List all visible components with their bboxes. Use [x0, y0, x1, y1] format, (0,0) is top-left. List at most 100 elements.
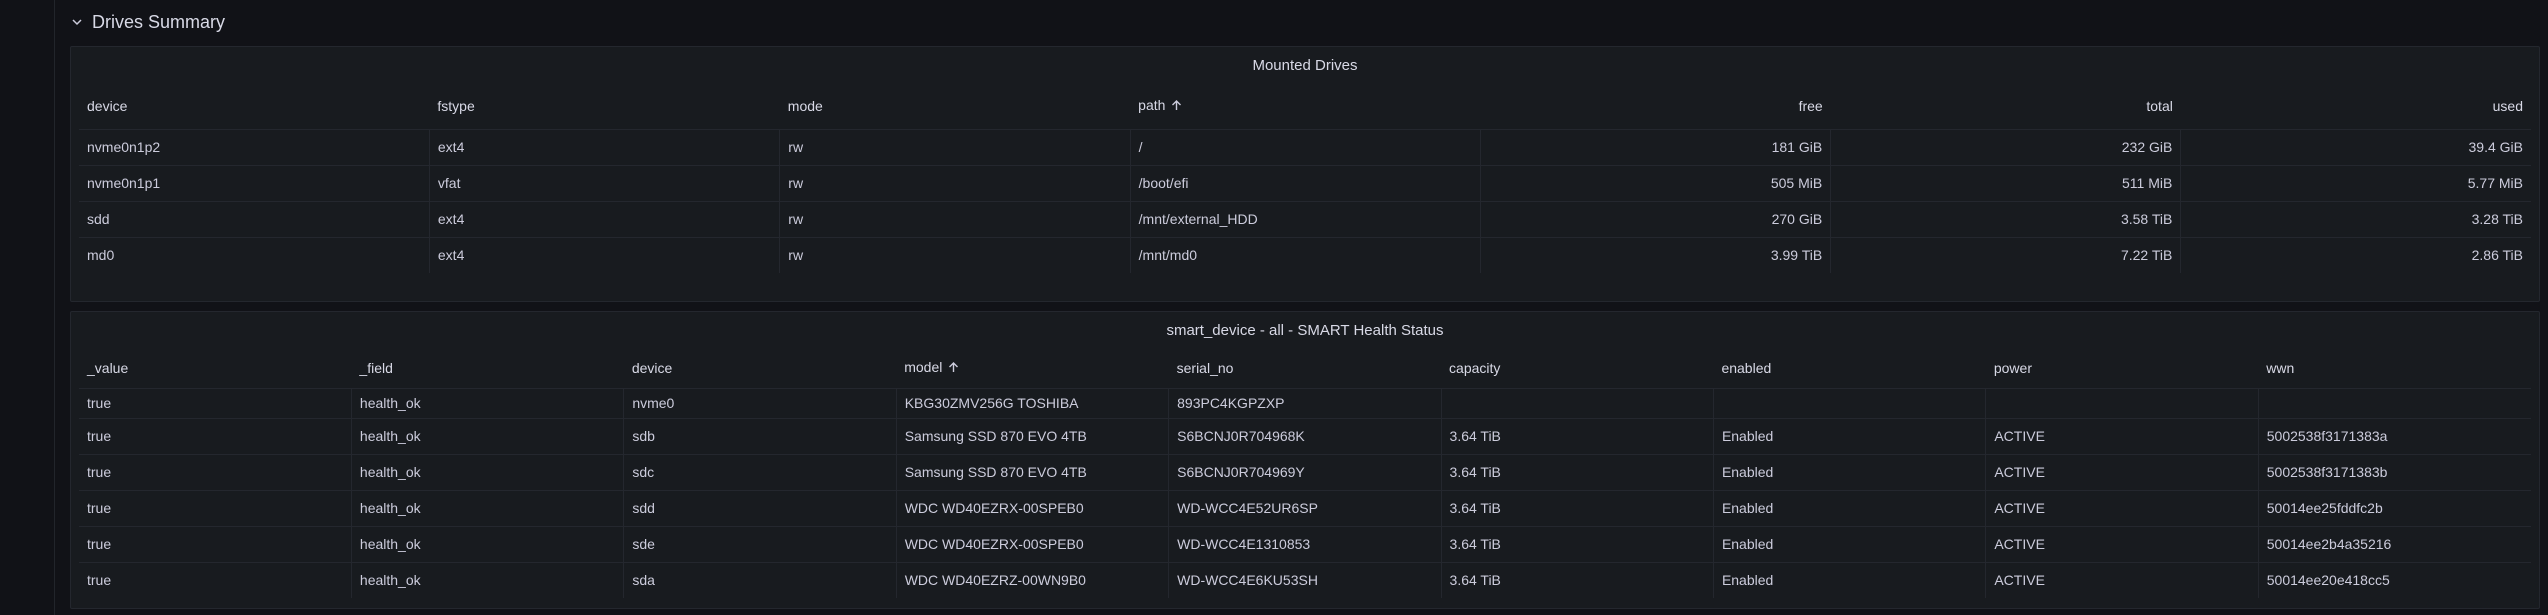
- table-cell: true: [79, 417, 352, 454]
- table-cell: 3.64 TiB: [1441, 489, 1714, 526]
- table-cell: true: [79, 561, 352, 598]
- table-cell: 181 GiB: [1480, 128, 1832, 165]
- column-header-serial-no[interactable]: serial_no: [1169, 348, 1441, 388]
- table-cell: sdb: [623, 417, 897, 454]
- table-cell: nvme0: [623, 387, 897, 418]
- table-cell: vfat: [429, 164, 781, 201]
- column-header-fstype[interactable]: fstype: [429, 83, 779, 129]
- table-row: true health_ok sdd WDC WD40EZRX-00SPEB0 …: [79, 489, 2531, 526]
- table-row: nvme0n1p1 vfat rw /boot/efi 505 MiB 511 …: [79, 164, 2531, 201]
- table-cell: 270 GiB: [1480, 200, 1832, 237]
- column-header-model[interactable]: model: [896, 348, 1168, 388]
- column-header-device[interactable]: device: [79, 83, 429, 129]
- panel-title[interactable]: smart_device - all - SMART Health Status: [71, 312, 2539, 348]
- table-cell: health_ok: [351, 417, 625, 454]
- table-cell: Enabled: [1713, 453, 1987, 490]
- column-header-field[interactable]: _field: [351, 348, 623, 388]
- table-header-row: _value _field device model serial_no cap…: [79, 348, 2531, 388]
- sort-ascending-icon: [948, 360, 960, 376]
- table-cell: WDC WD40EZRX-00SPEB0: [896, 525, 1170, 562]
- table-cell: sde: [623, 525, 897, 562]
- sort-ascending-icon: [1171, 98, 1183, 114]
- row-collapse-toggle[interactable]: Drives Summary: [70, 8, 225, 36]
- column-header-path[interactable]: path: [1130, 83, 1480, 129]
- table-cell: 3.28 TiB: [2180, 200, 2531, 237]
- table-cell: health_ok: [351, 561, 625, 598]
- table-cell: 505 MiB: [1480, 164, 1832, 201]
- table-cell: [2258, 387, 2531, 418]
- table-row: true health_ok sda WDC WD40EZRZ-00WN9B0 …: [79, 561, 2531, 598]
- column-header-total[interactable]: total: [1831, 83, 2181, 129]
- table-row: true health_ok sdb Samsung SSD 870 EVO 4…: [79, 417, 2531, 454]
- table-cell: true: [79, 489, 352, 526]
- column-header-used[interactable]: used: [2181, 83, 2531, 129]
- table-header-row: device fstype mode path free total used: [79, 83, 2531, 129]
- table-cell: Samsung SSD 870 EVO 4TB: [896, 417, 1170, 454]
- table-cell: ACTIVE: [1985, 525, 2259, 562]
- table-cell: 3.58 TiB: [1830, 200, 2182, 237]
- smart-health-table: _value _field device model serial_no cap…: [79, 348, 2531, 598]
- table-cell: 5002538f3171383a: [2258, 417, 2531, 454]
- table-cell: true: [79, 387, 352, 418]
- table-cell: WD-WCC4E6KU53SH: [1168, 561, 1442, 598]
- table-cell: 39.4 GiB: [2180, 128, 2531, 165]
- mounted-drives-panel: Mounted Drives device fstype mode path f…: [70, 46, 2540, 302]
- table-cell: sdd: [79, 200, 430, 237]
- table-row: true health_ok sdc Samsung SSD 870 EVO 4…: [79, 453, 2531, 490]
- table-cell: 3.64 TiB: [1441, 525, 1714, 562]
- table-cell: ext4: [429, 200, 781, 237]
- table-cell: 232 GiB: [1830, 128, 2182, 165]
- table-cell: ext4: [429, 236, 781, 273]
- table-cell: nvme0n1p2: [79, 128, 430, 165]
- table-cell: 5002538f3171383b: [2258, 453, 2531, 490]
- table-row: sdd ext4 rw /mnt/external_HDD 270 GiB 3.…: [79, 200, 2531, 237]
- table-cell: 3.64 TiB: [1441, 561, 1714, 598]
- table-cell: rw: [779, 164, 1131, 201]
- table-cell: KBG30ZMV256G TOSHIBA: [896, 387, 1170, 418]
- table-cell: WDC WD40EZRX-00SPEB0: [896, 489, 1170, 526]
- table-cell: S6BCNJ0R704969Y: [1168, 453, 1442, 490]
- table-cell: ACTIVE: [1985, 417, 2259, 454]
- column-header-wwn[interactable]: wwn: [2258, 348, 2531, 388]
- table-cell: /mnt/external_HDD: [1130, 200, 1482, 237]
- table-cell: /boot/efi: [1130, 164, 1482, 201]
- table-cell: 893PC4KGPZXP: [1168, 387, 1442, 418]
- column-header-capacity[interactable]: capacity: [1441, 348, 1713, 388]
- column-header-free[interactable]: free: [1481, 83, 1831, 129]
- chevron-down-icon: [70, 15, 84, 29]
- table-cell: WDC WD40EZRZ-00WN9B0: [896, 561, 1170, 598]
- table-cell: 3.99 TiB: [1480, 236, 1832, 273]
- table-cell: md0: [79, 236, 430, 273]
- table-cell: [1985, 387, 2259, 418]
- table-cell: health_ok: [351, 525, 625, 562]
- table-cell: 2.86 TiB: [2180, 236, 2531, 273]
- column-header-value[interactable]: _value: [79, 348, 351, 388]
- table-cell: [1713, 387, 1987, 418]
- table-cell: rw: [779, 200, 1131, 237]
- column-header-mode[interactable]: mode: [780, 83, 1130, 129]
- table-cell: health_ok: [351, 453, 625, 490]
- table-cell: 7.22 TiB: [1830, 236, 2182, 273]
- column-header-device[interactable]: device: [624, 348, 896, 388]
- table-cell: Samsung SSD 870 EVO 4TB: [896, 453, 1170, 490]
- column-header-power[interactable]: power: [1986, 348, 2258, 388]
- table-cell: 50014ee2b4a35216: [2258, 525, 2531, 562]
- table-cell: sdd: [623, 489, 897, 526]
- table-cell: 50014ee25fddfc2b: [2258, 489, 2531, 526]
- table-row: true health_ok nvme0 KBG30ZMV256G TOSHIB…: [79, 387, 2531, 418]
- table-cell: /: [1130, 128, 1482, 165]
- mounted-drives-table: device fstype mode path free total used …: [79, 83, 2531, 273]
- table-cell: 50014ee20e418cc5: [2258, 561, 2531, 598]
- panel-title[interactable]: Mounted Drives: [71, 47, 2539, 83]
- table-cell: Enabled: [1713, 417, 1987, 454]
- table-cell: ACTIVE: [1985, 561, 2259, 598]
- table-cell: rw: [779, 236, 1131, 273]
- table-cell: WD-WCC4E1310853: [1168, 525, 1442, 562]
- column-header-enabled[interactable]: enabled: [1713, 348, 1985, 388]
- table-row: nvme0n1p2 ext4 rw / 181 GiB 232 GiB 39.4…: [79, 128, 2531, 165]
- table-cell: health_ok: [351, 387, 625, 418]
- table-cell: ext4: [429, 128, 781, 165]
- table-cell: health_ok: [351, 489, 625, 526]
- table-cell: /mnt/md0: [1130, 236, 1482, 273]
- table-cell: 3.64 TiB: [1441, 453, 1714, 490]
